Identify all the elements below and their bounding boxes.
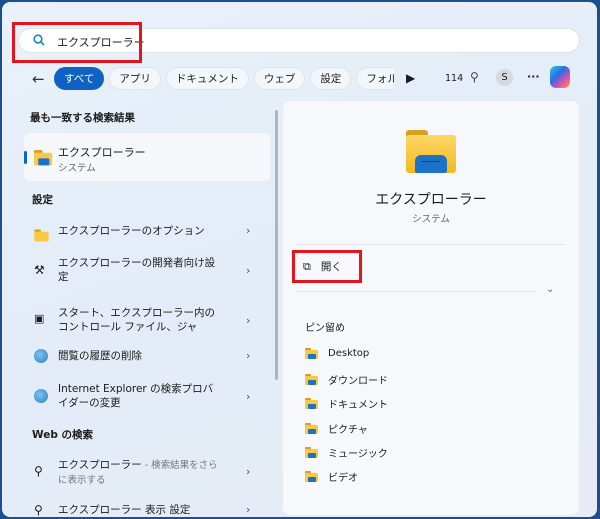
internet-options-icon [34,349,48,363]
tab-documents[interactable]: ドキュメント [165,66,249,90]
internet-options-icon [34,389,48,403]
search-icon: ⚲ [34,503,43,517]
folder-icon [305,374,318,385]
file-explorer-icon [34,150,53,166]
pinned-label: ビデオ [328,473,358,484]
pinned-label: ドキュメント [328,400,388,411]
web-search-item[interactable]: ⚲ エクスプローラー 表示 設定 › [26,502,270,517]
settings-header: 設定 [32,194,53,206]
settings-item-label: エクスプローラーの開発者向け設定 [58,257,216,283]
file-explorer-large-icon [406,130,456,173]
best-match-result[interactable]: エクスプローラー システム [24,133,270,181]
folder-icon [305,471,318,482]
web-search-item[interactable]: ⚲ エクスプローラー - 検索結果をさらに表示する › [26,456,270,488]
best-match-title: エクスプローラー [58,146,146,159]
selection-indicator [24,151,27,164]
highlight-box [12,22,142,63]
settings-item[interactable]: ⚒ エクスプローラーの開発者向け設定 › [26,254,270,288]
tab-apps[interactable]: アプリ [109,66,161,90]
more-options-icon[interactable]: ··· [527,70,540,83]
settings-item-label: エクスプローラーのオプション [58,225,205,237]
web-search-header: Web の検索 [32,429,94,441]
pinned-label: ダウンロード [328,376,388,387]
pinned-label: Desktop [328,348,370,359]
web-search-query: エクスプローラー 表示 設定 [58,504,191,516]
pinned-item[interactable]: ピクチャ [305,421,368,436]
pinned-item[interactable]: ダウンロード [305,372,388,387]
best-match-header: 最も一致する検索結果 [30,112,135,124]
play-more-tabs-icon[interactable]: ▶ [406,71,415,85]
pinned-item[interactable]: Desktop [305,348,369,359]
rewards-icon[interactable]: ⚲ [470,70,479,84]
settings-item-label: スタート、エクスプローラー内のコントロール ファイル、ジャ [58,307,215,333]
pinned-item[interactable]: ドキュメント [305,396,388,411]
detail-panel: エクスプローラー システム ⧉ 開く ⌄ ピン留め Desktop ダウンロード… [282,100,580,516]
tab-all[interactable]: すべて [54,66,105,90]
chevron-right-icon: › [246,349,251,362]
settings-item[interactable]: ▣ スタート、エクスプローラー内のコントロール ファイル、ジャ › [26,304,270,338]
highlight-box [292,250,362,283]
divider [295,244,565,245]
pinned-label: ピクチャ [328,425,368,436]
search-icon: ⚲ [34,464,43,478]
chevron-right-icon: › [246,390,251,403]
chevron-right-icon: › [246,224,251,237]
folder-icon [305,423,318,434]
pinned-header: ピン留め [305,323,345,334]
scrollbar[interactable] [275,110,278,380]
web-search-query: エクスプローラー [58,459,142,471]
pinned-item[interactable]: ミュージック [305,445,388,460]
detail-subtitle: システム [412,214,450,225]
avatar[interactable]: S [496,69,513,86]
filter-tabs: すべて アプリ ドキュメント ウェブ 設定 フォル [54,66,395,90]
control-panel-icon: ▣ [34,312,45,325]
detail-title: エクスプローラー [375,192,487,208]
chevron-right-icon: › [246,264,251,277]
settings-item[interactable]: 閲覧の履歴の削除 › [26,346,270,368]
chevron-right-icon: › [246,503,251,516]
divider [295,291,535,292]
settings-item-label: 閲覧の履歴の削除 [58,350,142,362]
pinned-item[interactable]: ビデオ [305,469,358,484]
expand-chevron-icon[interactable]: ⌄ [546,284,554,295]
tab-web[interactable]: ウェブ [253,66,306,90]
settings-item[interactable]: Internet Explorer の検索プロバイダーの変更 › [26,380,270,414]
rewards-points: 114 [445,73,464,84]
developer-tools-icon: ⚒ [34,263,45,277]
folder-icon [305,447,318,458]
best-match-subtitle: システム [58,163,96,174]
settings-item-label: Internet Explorer の検索プロバイダーの変更 [58,383,214,409]
pinned-label: ミュージック [328,449,388,460]
tab-folders[interactable]: フォル [356,66,395,90]
tab-settings[interactable]: 設定 [310,66,352,90]
back-arrow-icon[interactable]: ← [32,70,45,88]
search-window: エクスプローラー ← すべて アプリ ドキュメント ウェブ 設定 フォル ▶ 1… [2,2,597,517]
chevron-right-icon: › [246,314,251,327]
chevron-right-icon: › [246,465,251,478]
folder-options-icon [34,228,49,242]
folder-icon [305,398,318,409]
copilot-icon[interactable] [550,66,570,88]
folder-icon [305,348,318,359]
settings-item[interactable]: エクスプローラーのオプション › [26,220,270,242]
